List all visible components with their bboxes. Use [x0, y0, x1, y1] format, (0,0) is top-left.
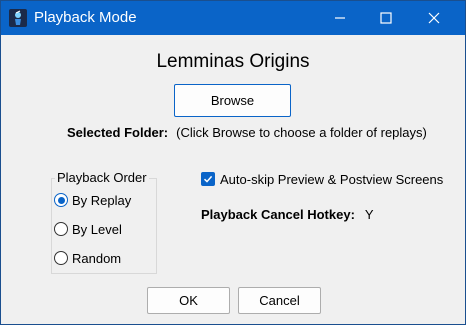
maximize-button[interactable]: [363, 1, 409, 35]
close-button[interactable]: [411, 1, 457, 35]
playback-mode-dialog: Playback Mode Lemminas Origins Browse Se…: [0, 0, 466, 325]
cancel-button[interactable]: Cancel: [238, 287, 321, 314]
radio-button[interactable]: [54, 251, 68, 265]
radio-random[interactable]: Random: [54, 249, 121, 267]
close-icon: [428, 12, 440, 24]
title-bar[interactable]: Playback Mode: [1, 1, 465, 35]
app-icon: [9, 9, 27, 27]
hotkey-row: Playback Cancel Hotkey: Y: [201, 207, 374, 223]
selected-folder-label: Selected Folder:: [67, 125, 169, 140]
radio-label: Random: [72, 250, 122, 266]
hotkey-value[interactable]: Y: [365, 207, 374, 222]
auto-skip-checkbox[interactable]: [201, 172, 215, 186]
selected-folder-row: Selected Folder: (Click Browse to choose …: [67, 125, 427, 141]
minimize-button[interactable]: [317, 1, 363, 35]
radio-by-level[interactable]: By Level: [54, 220, 122, 238]
radio-label: By Replay: [72, 192, 132, 208]
game-title: Lemminas Origins: [156, 51, 310, 72]
minimize-icon: [335, 17, 345, 19]
selected-folder-value: (Click Browse to choose a folder of repl…: [176, 125, 427, 140]
window-title: Playback Mode: [34, 9, 137, 26]
auto-skip-label: Auto-skip Preview & Postview Screens: [220, 171, 444, 187]
browse-button[interactable]: Browse: [174, 84, 291, 117]
checkmark-icon: [203, 175, 213, 183]
radio-label: By Level: [72, 221, 122, 237]
ok-button[interactable]: OK: [147, 287, 230, 314]
radio-button[interactable]: [54, 222, 68, 236]
auto-skip-option[interactable]: Auto-skip Preview & Postview Screens: [201, 171, 443, 187]
playback-order-title: Playback Order: [55, 170, 149, 186]
radio-button-checked[interactable]: [54, 193, 68, 207]
maximize-icon: [380, 12, 392, 24]
hotkey-label: Playback Cancel Hotkey:: [201, 207, 355, 222]
radio-by-replay[interactable]: By Replay: [54, 191, 131, 209]
